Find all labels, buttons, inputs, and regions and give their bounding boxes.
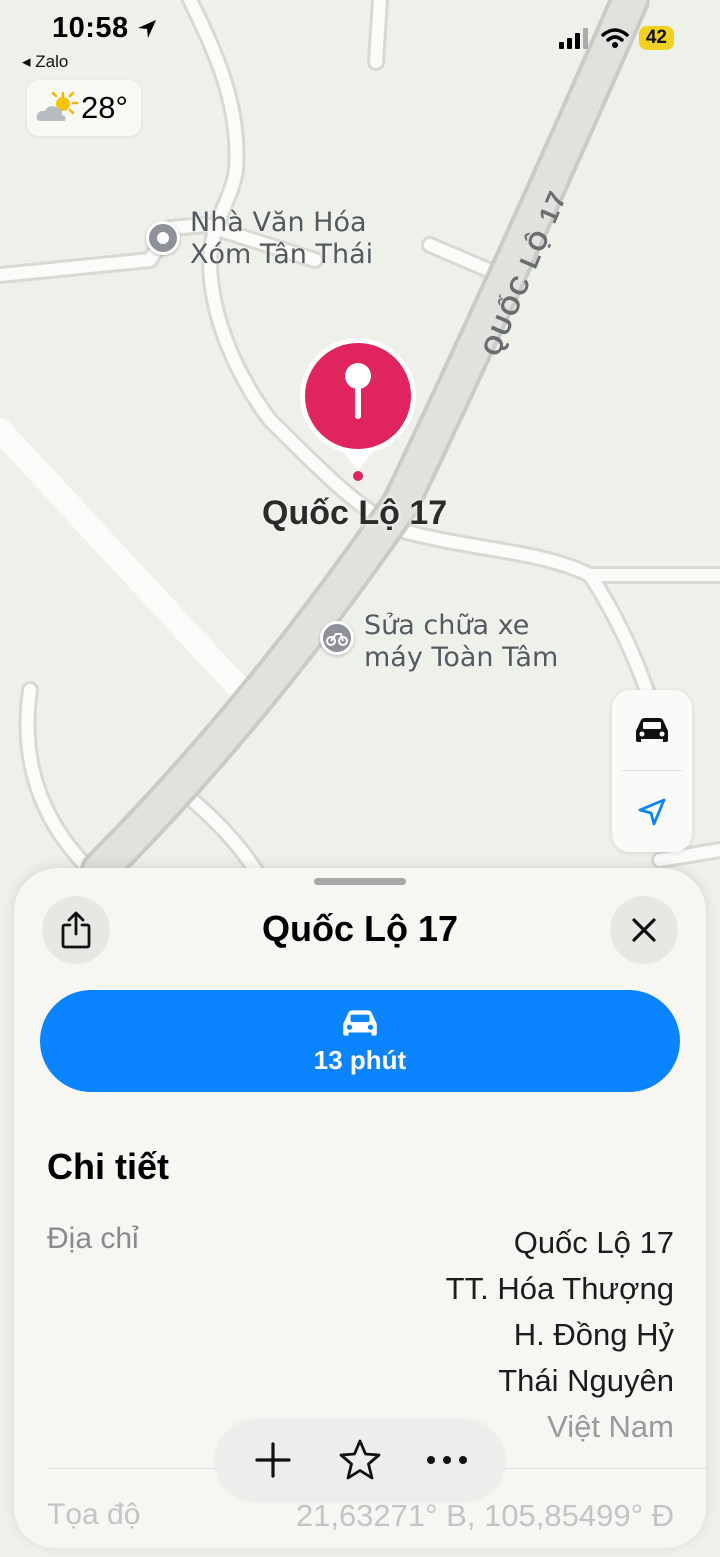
wifi-icon [601, 28, 629, 48]
motorbike-repair-icon[interactable] [320, 621, 354, 655]
close-button[interactable] [610, 896, 678, 964]
status-indicators: 42 [558, 26, 674, 50]
address-line: Thái Nguyên [498, 1363, 674, 1398]
coordinates-value[interactable]: 21,63271° B, 105,85499° Đ [296, 1498, 674, 1534]
map-controls [612, 690, 692, 852]
current-location-button[interactable] [612, 772, 692, 852]
location-arrow-icon [638, 798, 666, 826]
sheet-grabber[interactable] [314, 878, 406, 885]
place-title: Quốc Lộ 17 [261, 908, 459, 949]
address-line: Quốc Lộ 17 [513, 1225, 674, 1260]
star-icon [339, 1439, 381, 1480]
more-button[interactable] [412, 1425, 482, 1495]
place-icon[interactable] [146, 221, 180, 255]
poi-label-repair-shop[interactable]: Sửa chữa xe máy Toàn Tâm [364, 610, 558, 674]
partly-sunny-icon [36, 91, 79, 121]
coordinates-label: Tọa độ [47, 1498, 141, 1531]
plus-icon [255, 1442, 291, 1478]
route-duration: 13 phút [313, 1044, 407, 1075]
temperature: 28° [81, 90, 128, 125]
poi-label-community-house[interactable]: Nhà Văn Hóa Xóm Tân Thái [190, 207, 373, 271]
status-time: 10:58 [52, 12, 157, 45]
back-to-app-link[interactable]: ◂ Zalo [22, 52, 68, 72]
signal-icon [558, 28, 588, 49]
details-heading: Chi tiết [47, 1146, 169, 1187]
car-icon [343, 1009, 377, 1036]
more-icon [426, 1456, 467, 1464]
action-bar [216, 1420, 504, 1500]
car-icon [636, 718, 668, 742]
directions-button[interactable]: 13 phút [40, 990, 680, 1092]
battery-indicator: 42 [638, 26, 674, 50]
address-line: TT. Hóa Thượng [445, 1271, 674, 1306]
close-icon [632, 918, 656, 942]
add-button[interactable] [238, 1425, 308, 1495]
address-line: H. Đồng Hỷ [513, 1317, 674, 1352]
favorite-button[interactable] [325, 1425, 395, 1495]
address-label: Địa chỉ [47, 1222, 139, 1255]
location-services-icon [138, 20, 157, 38]
driving-mode-button[interactable] [612, 690, 692, 770]
address-value[interactable]: Quốc Lộ 17 TT. Hóa Thượng H. Đồng Hỷ Thá… [446, 1220, 674, 1450]
pin-label[interactable]: Quốc Lộ 17 [262, 494, 447, 533]
weather-chip[interactable]: 28° [27, 80, 141, 136]
